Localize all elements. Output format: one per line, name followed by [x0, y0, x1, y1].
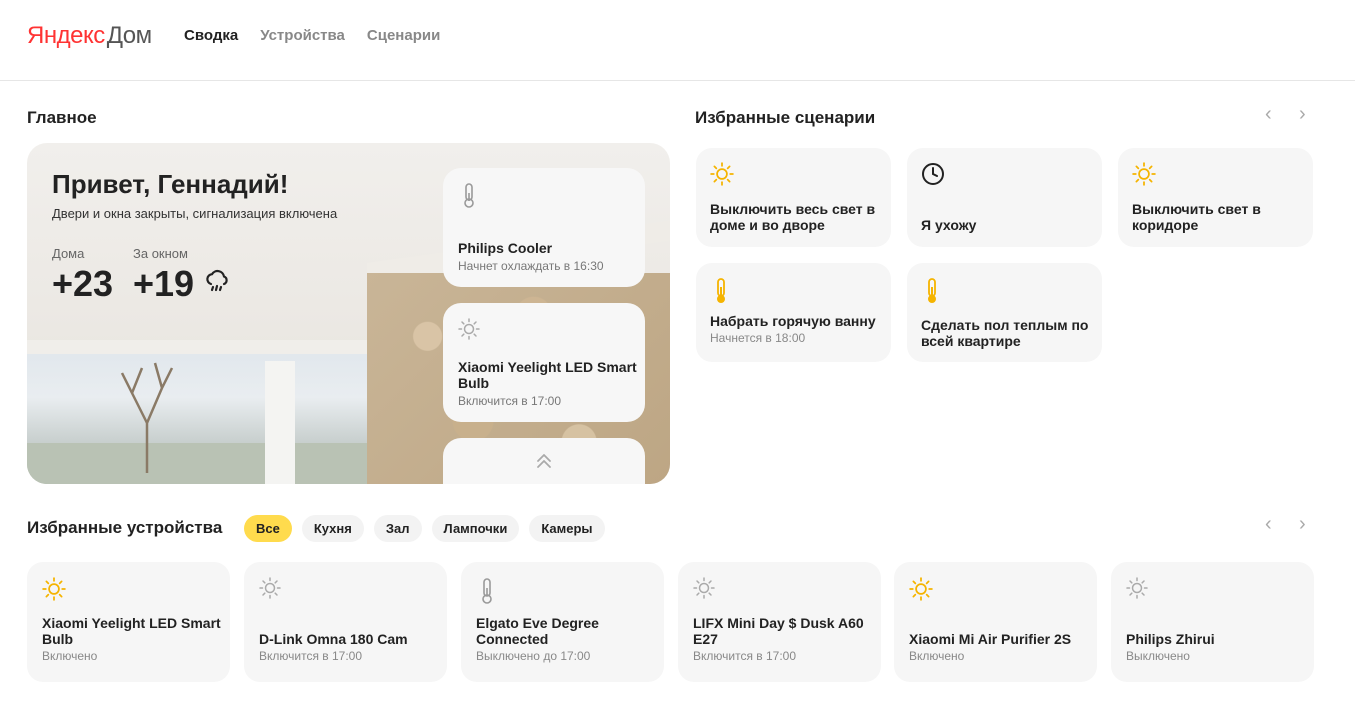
scenario-title: Набрать горячую ванну: [710, 313, 876, 329]
device-status: Включено: [909, 649, 965, 663]
sun-icon: [1132, 162, 1156, 191]
scenario-card-leaving[interactable]: Я ухожу: [907, 148, 1102, 247]
devices-prev-arrow[interactable]: ‹: [1265, 513, 1272, 536]
nav-tab-summary[interactable]: Сводка: [184, 27, 238, 44]
sun-icon: [909, 577, 933, 606]
hero-card-status: Начнет охлаждать в 16:30: [458, 259, 604, 273]
device-card-mi-air-purifier[interactable]: Xiaomi Mi Air Purifier 2S Включено: [894, 562, 1097, 682]
chevrons-up-icon: [537, 454, 551, 468]
scenario-card-warm-floor[interactable]: Сделать пол теплым по всей квартире: [907, 263, 1102, 362]
device-status: Включено: [42, 649, 98, 663]
filter-chip-bulbs[interactable]: Лампочки: [431, 515, 520, 542]
hero-card-title: Philips Cooler: [458, 240, 553, 256]
filter-chip-cameras[interactable]: Камеры: [529, 515, 605, 542]
nav-tab-scenarios[interactable]: Сценарии: [367, 27, 440, 44]
scenario-card-lights-off-all[interactable]: Выключить весь свет в доме и во дворе: [696, 148, 891, 247]
scenario-card-corridor-light[interactable]: Выключить свет в коридоре: [1118, 148, 1313, 247]
greeting-text: Привет, Геннадий!: [52, 169, 289, 199]
logo-dom-text: Дом: [106, 22, 152, 49]
sun-icon: [42, 577, 66, 606]
scenario-title: Выключить весь свет в доме и во дворе: [710, 201, 876, 233]
scenario-title: Я ухожу: [921, 217, 977, 233]
home-temp-label: Дома: [52, 246, 85, 261]
device-title: Xiaomi Mi Air Purifier 2S: [909, 631, 1072, 647]
hero-beam: [27, 340, 387, 354]
logo-yandex-text: Яндекс: [27, 22, 105, 49]
main-section-title: Главное: [27, 108, 97, 127]
device-title: Elgato Eve Degree Connected: [476, 615, 599, 647]
thermometer-hot-icon: [710, 277, 732, 310]
yandex-dom-logo[interactable]: ЯндексДом: [27, 22, 152, 50]
hero-column: [265, 361, 295, 484]
device-card-philips-zhirui[interactable]: Philips Zhirui Выключено: [1111, 562, 1314, 682]
hero-device-card-yeelight[interactable]: Xiaomi Yeelight LED Smart Bulb Включится…: [443, 303, 645, 422]
security-status-text: Двери и окна закрыты, сигнализация включ…: [52, 206, 338, 221]
main-nav: Сводка Устройства Сценарии: [184, 27, 440, 44]
hero-card-status: Включится в 17:00: [458, 394, 562, 408]
cloud-rain-icon: [206, 269, 228, 292]
bulb-off-icon: [1126, 577, 1148, 604]
device-title: D-Link Omna 180 Cam: [259, 631, 408, 647]
bulb-off-icon: [458, 318, 480, 345]
hero-card-title: Xiaomi Yeelight LED Smart Bulb: [458, 359, 637, 391]
scenarios-section-title: Избранные сценарии: [695, 108, 876, 127]
thermometer-hot-icon: [921, 277, 943, 310]
top-header: ЯндексДом Сводка Устройства Сценарии: [0, 0, 1355, 81]
device-status: Выключено: [1126, 649, 1190, 663]
nav-tab-devices[interactable]: Устройства: [260, 27, 345, 44]
home-hero-card: Привет, Геннадий! Двери и окна закрыты, …: [27, 143, 670, 484]
outside-temp-value: +19: [133, 263, 195, 304]
device-card-elgato-eve[interactable]: Elgato Eve Degree Connected Выключено до…: [461, 562, 664, 682]
hero-hill: [27, 443, 387, 484]
scenarios-next-arrow[interactable]: ›: [1299, 103, 1306, 126]
scenario-card-hot-bath[interactable]: Набрать горячую ванну Начнется в 18:00: [696, 263, 891, 362]
device-card-yeelight[interactable]: Xiaomi Yeelight LED Smart Bulb Включено: [27, 562, 230, 682]
filter-chip-kitchen[interactable]: Кухня: [301, 515, 364, 542]
scenario-title: Выключить свет в коридоре: [1132, 201, 1261, 233]
device-filter-chips: Все Кухня Зал Лампочки Камеры: [244, 515, 605, 542]
device-card-lifx-mini[interactable]: LIFX Mini Day $ Dusk A60 E27 Включится в…: [678, 562, 881, 682]
filter-chip-all[interactable]: Все: [244, 515, 292, 542]
hero-expand-card[interactable]: [443, 438, 645, 484]
bulb-off-icon: [259, 577, 281, 604]
hero-tree: [120, 362, 174, 473]
device-status: Выключено до 17:00: [476, 649, 591, 663]
thermometer-icon: [458, 183, 480, 214]
bulb-off-icon: [693, 577, 715, 604]
scenario-title: Сделать пол теплым по всей квартире: [921, 317, 1089, 349]
device-card-dlink-cam[interactable]: D-Link Omna 180 Cam Включится в 17:00: [244, 562, 447, 682]
clock-icon: [921, 162, 945, 191]
hero-device-card-philips-cooler[interactable]: Philips Cooler Начнет охлаждать в 16:30: [443, 168, 645, 287]
device-title: Philips Zhirui: [1126, 631, 1215, 647]
device-status: Включится в 17:00: [693, 649, 797, 663]
outside-temp-label: За окном: [133, 246, 188, 261]
filter-chip-hall[interactable]: Зал: [373, 515, 422, 542]
devices-section-title: Избранные устройства: [27, 518, 223, 537]
home-temp-value: +23: [52, 263, 114, 304]
sun-icon: [710, 162, 734, 191]
device-title: Xiaomi Yeelight LED Smart Bulb: [42, 615, 221, 647]
thermometer-icon: [476, 577, 498, 610]
device-title: LIFX Mini Day $ Dusk A60 E27: [693, 615, 864, 647]
device-status: Включится в 17:00: [259, 649, 363, 663]
scenarios-prev-arrow[interactable]: ‹: [1265, 103, 1272, 126]
scenario-status: Начнется в 18:00: [710, 331, 806, 345]
devices-next-arrow[interactable]: ›: [1299, 513, 1306, 536]
